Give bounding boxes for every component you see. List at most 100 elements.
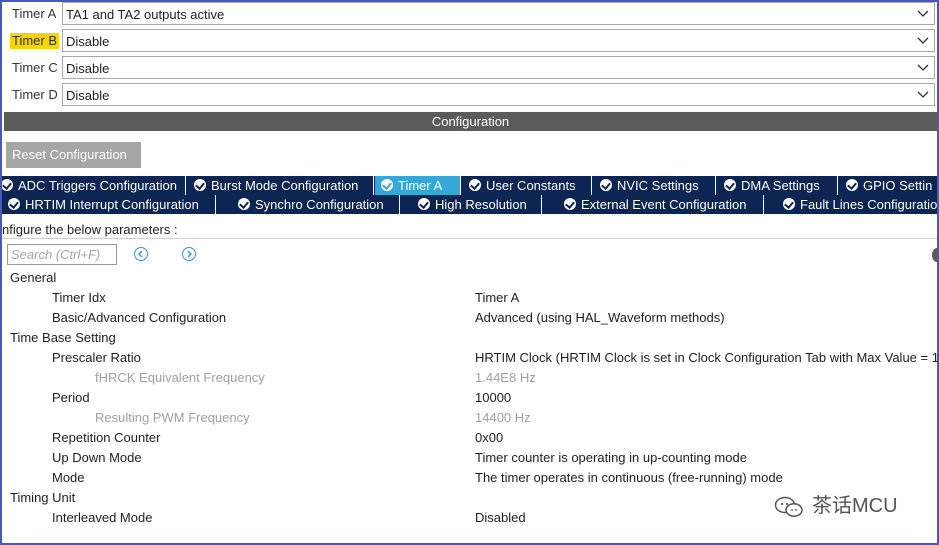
chevron-down-icon: [917, 10, 929, 17]
param-name: Up Down Mode: [52, 450, 142, 465]
chevron-right-icon: [187, 250, 192, 258]
timer-c-value: Disable: [66, 61, 110, 76]
param-name: Basic/Advanced Configuration: [52, 310, 227, 325]
param-value[interactable]: HRTIM Clock (HRTIM Clock is set in Clock…: [475, 349, 937, 367]
instructions-text: nfigure the below parameters :: [2, 222, 937, 239]
param-value[interactable]: Timer counter is operating in up-countin…: [475, 449, 747, 467]
tab-label: NVIC Settings: [617, 178, 699, 193]
tab-label: GPIO Settin: [863, 178, 933, 193]
param-value: 1.44E8 Hz: [475, 370, 536, 385]
tab-label: ADC Triggers Configuration: [18, 178, 177, 193]
tab-label: High Resolution: [435, 197, 527, 212]
check-circle-icon: [783, 198, 795, 210]
tab-hrtim-interrupt[interactable]: HRTIM Interrupt Configuration: [2, 195, 216, 214]
param-value[interactable]: 0x00: [475, 429, 503, 447]
check-circle-icon: [469, 179, 481, 191]
timer-c-row: Timer C Disable: [2, 56, 937, 80]
param-row[interactable]: Repetition Counter 0x00: [2, 429, 937, 449]
timer-d-value: Disable: [66, 88, 110, 103]
param-name: Resulting PWM Frequency: [95, 410, 250, 425]
reset-configuration-button[interactable]: Reset Configuration: [6, 142, 141, 168]
timer-a-value: TA1 and TA2 outputs active: [66, 7, 225, 22]
check-circle-icon: [564, 198, 576, 210]
tab-adc-triggers[interactable]: ADC Triggers Configuration: [2, 176, 186, 195]
search-input[interactable]: [7, 244, 117, 265]
timer-c-select[interactable]: Disable: [62, 56, 935, 79]
chevron-left-icon: [138, 250, 143, 258]
param-row: Resulting PWM Frequency 14400 Hz: [2, 409, 937, 429]
tab-label: Burst Mode Configuration: [211, 178, 359, 193]
timer-d-label: Timer D: [12, 87, 58, 102]
tab-label: Fault Lines Configuratio: [800, 197, 938, 212]
chevron-down-icon: [917, 37, 929, 44]
timer-b-select[interactable]: Disable: [62, 29, 935, 52]
check-circle-icon: [194, 179, 206, 191]
timer-d-select[interactable]: Disable: [62, 83, 935, 106]
check-circle-icon: [2, 179, 13, 191]
check-circle-icon: [846, 179, 858, 191]
timer-c-label: Timer C: [12, 60, 58, 75]
tab-fault-lines[interactable]: Fault Lines Configuratio: [766, 195, 938, 214]
timer-b-value: Disable: [66, 34, 110, 49]
check-circle-icon: [600, 179, 612, 191]
watermark: 茶话MCU: [774, 489, 898, 523]
tab-label: HRTIM Interrupt Configuration: [25, 197, 199, 212]
param-row[interactable]: Basic/Advanced Configuration Advanced (u…: [2, 309, 937, 329]
param-value[interactable]: Disabled: [475, 509, 526, 527]
timer-a-row: Timer A TA1 and TA2 outputs active: [2, 2, 937, 26]
tab-external-event[interactable]: External Event Configuration: [544, 195, 764, 214]
param-row[interactable]: Period 10000: [2, 389, 937, 409]
param-group-row: Time Base Setting: [2, 329, 937, 349]
tab-label: Timer A: [398, 178, 443, 193]
chat-bubbles-icon: [774, 496, 803, 517]
tab-strip-row-1: ADC Triggers Configuration Burst Mode Co…: [2, 176, 937, 195]
timer-a-select[interactable]: TA1 and TA2 outputs active: [62, 2, 935, 25]
check-circle-icon: [8, 198, 20, 210]
param-name: fHRCK Equivalent Frequency: [95, 370, 265, 385]
tab-strip-row-2: HRTIM Interrupt Configuration Synchro Co…: [2, 195, 938, 214]
next-match-button[interactable]: [182, 247, 196, 261]
tab-label: External Event Configuration: [581, 197, 747, 212]
tab-burst-mode[interactable]: Burst Mode Configuration: [188, 176, 374, 195]
param-name: Repetition Counter: [52, 430, 161, 445]
tab-gpio-settings[interactable]: GPIO Settin: [840, 176, 937, 195]
tab-label: User Constants: [486, 178, 576, 193]
param-name: Mode: [52, 470, 85, 485]
param-name: Interleaved Mode: [52, 510, 153, 525]
param-name: Period: [52, 390, 90, 405]
tab-high-resolution[interactable]: High Resolution: [402, 195, 542, 214]
param-name: Prescaler Ratio: [52, 350, 141, 365]
timer-a-label: Timer A: [12, 6, 57, 21]
scrollbar-handle[interactable]: [932, 248, 937, 262]
tab-nvic-settings[interactable]: NVIC Settings: [594, 176, 716, 195]
param-row[interactable]: Timer Idx Timer A: [2, 289, 937, 309]
tab-user-constants[interactable]: User Constants: [463, 176, 592, 195]
param-value[interactable]: 10000: [475, 389, 511, 407]
param-row[interactable]: Mode The timer operates in continuous (f…: [2, 469, 937, 489]
check-circle-icon: [724, 179, 736, 191]
check-circle-icon: [238, 198, 250, 210]
previous-match-button[interactable]: [134, 247, 148, 261]
tab-dma-settings[interactable]: DMA Settings: [718, 176, 838, 195]
configuration-header: Configuration: [4, 112, 937, 131]
timer-b-row: Timer B Disable: [2, 29, 937, 53]
param-value[interactable]: The timer operates in continuous (free-r…: [475, 469, 783, 487]
param-row[interactable]: Up Down Mode Timer counter is operating …: [2, 449, 937, 469]
param-name: General: [10, 270, 57, 285]
param-row[interactable]: Prescaler Ratio HRTIM Clock (HRTIM Clock…: [2, 349, 937, 369]
tab-timer-a[interactable]: Timer A: [375, 176, 461, 195]
param-group-row: General: [2, 269, 937, 289]
param-name: Time Base Setting: [10, 330, 116, 345]
check-circle-icon: [418, 198, 430, 210]
tab-synchro-configuration[interactable]: Synchro Configuration: [218, 195, 400, 214]
check-circle-icon: [381, 179, 393, 191]
param-name: Timing Unit: [10, 490, 76, 505]
window-frame: Timer A TA1 and TA2 outputs active Timer…: [0, 0, 939, 545]
param-row: fHRCK Equivalent Frequency 1.44E8 Hz: [2, 369, 937, 389]
timer-d-row: Timer D Disable: [2, 83, 937, 107]
param-value[interactable]: Advanced (using HAL_Waveform methods): [475, 309, 725, 327]
tab-label: DMA Settings: [741, 178, 820, 193]
tab-label: Synchro Configuration: [255, 197, 384, 212]
param-value[interactable]: Timer A: [475, 289, 519, 307]
chevron-down-icon: [917, 91, 929, 98]
